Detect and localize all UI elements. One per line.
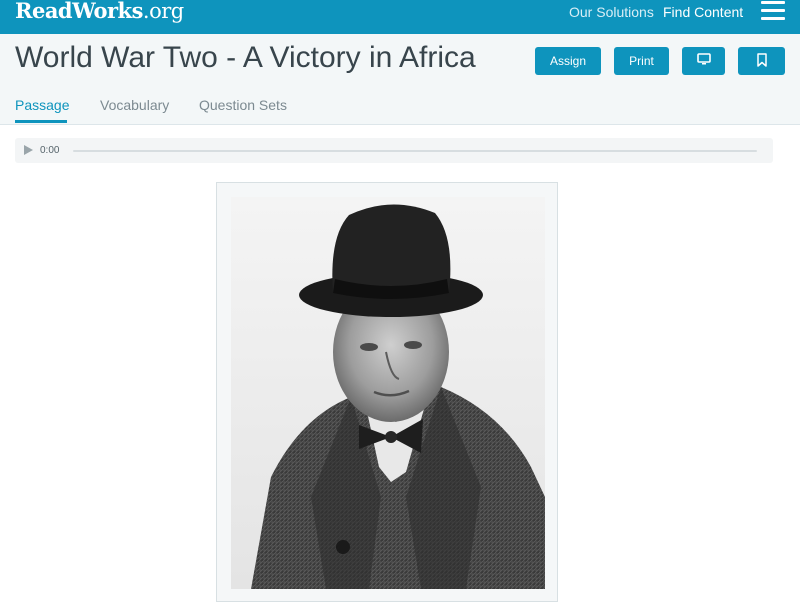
nav-our-solutions[interactable]: Our Solutions xyxy=(569,3,654,21)
tab-vocabulary[interactable]: Vocabulary xyxy=(100,96,169,114)
tab-passage[interactable]: Passage xyxy=(15,96,69,114)
logo-suffix: .org xyxy=(142,0,184,23)
logo-text: ReadWorks xyxy=(15,0,143,23)
print-button[interactable]: Print xyxy=(614,47,669,75)
readworks-logo[interactable]: ReadWorks.org xyxy=(15,0,184,26)
passage-header: World War Two - A Victory in Africa Assi… xyxy=(0,34,800,125)
audio-progress-track[interactable] xyxy=(73,150,757,152)
hamburger-menu-icon[interactable] xyxy=(761,1,785,21)
passage-figure xyxy=(216,182,558,602)
assign-button[interactable]: Assign xyxy=(535,47,601,75)
bookmark-button[interactable] xyxy=(738,47,785,75)
monitor-icon xyxy=(696,53,711,65)
page-title: World War Two - A Victory in Africa xyxy=(15,41,476,74)
tab-question-sets[interactable]: Question Sets xyxy=(199,96,287,114)
play-icon[interactable] xyxy=(24,145,33,155)
top-navigation-bar: ReadWorks.org Our Solutions Find Content xyxy=(0,0,800,34)
active-tab-indicator xyxy=(15,120,67,123)
audio-time: 0:00 xyxy=(40,145,60,156)
portrait-photo xyxy=(231,197,545,589)
projector-button[interactable] xyxy=(682,47,725,75)
bookmark-icon xyxy=(756,53,767,67)
audio-player: 0:00 xyxy=(15,138,773,163)
nav-find-content[interactable]: Find Content xyxy=(663,3,743,21)
